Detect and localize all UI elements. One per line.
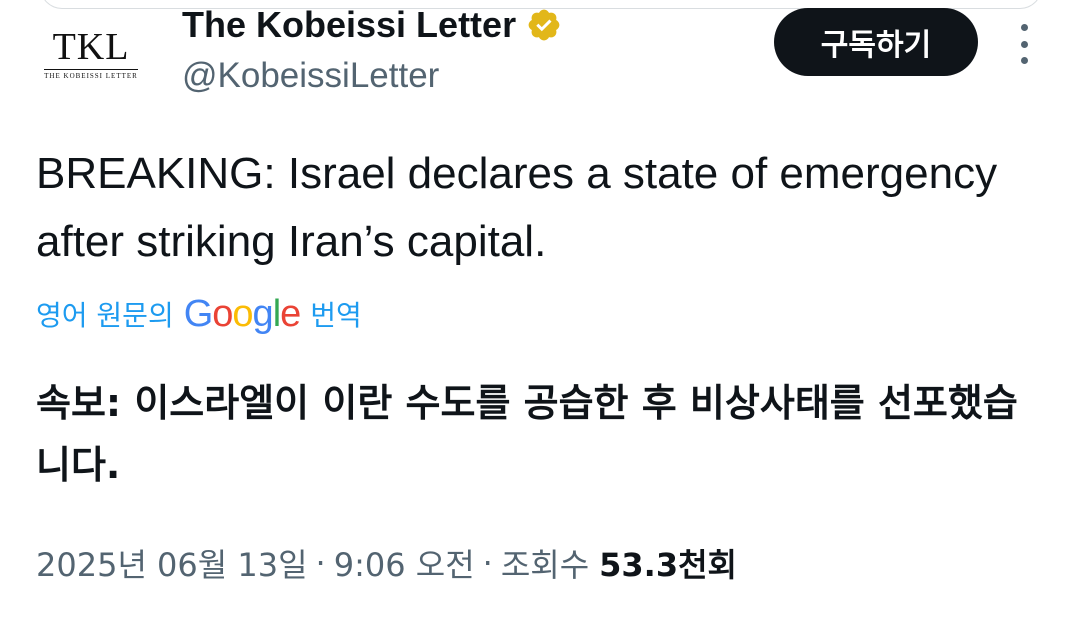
translation-suffix: 번역: [310, 299, 362, 332]
author-handle[interactable]: @KobeissiLetter: [182, 56, 439, 96]
tweet-date[interactable]: 2025년 06월 13일: [36, 540, 308, 586]
google-letter: g: [252, 293, 274, 335]
more-dot: [1020, 57, 1028, 64]
author-display-name[interactable]: The Kobeissi Letter: [182, 4, 516, 46]
tweet-text: BREAKING: Israel declares a state of eme…: [36, 149, 998, 266]
avatar-monogram: TKL: [52, 25, 130, 68]
meta-separator: ·: [315, 544, 326, 582]
translated-text: 속보: 이스라엘이 이란 수도를 공습한 후 비상사태를 선포했습니다.: [36, 381, 1018, 487]
subscribe-button[interactable]: 구독하기: [774, 8, 978, 76]
google-letter: o: [212, 293, 233, 335]
google-letter: G: [183, 293, 214, 335]
tweet-meta: 2025년 06월 13일 · 9:06 오전 · 조회수 53.3천회: [36, 540, 737, 586]
google-letter: o: [232, 293, 253, 335]
tweet-header: TKL THE KOBEISSI LETTER The Kobeissi Let…: [0, 0, 1080, 110]
meta-separator: ·: [482, 544, 493, 582]
google-letter: e: [280, 293, 301, 335]
views-count[interactable]: 53.3천회: [599, 540, 737, 586]
views-label: 조회수: [500, 546, 590, 584]
avatar-subtitle: THE KOBEISSI LETTER: [44, 68, 138, 80]
more-vertical-icon[interactable]: [1010, 24, 1038, 64]
translation-prefix: 영어 원문의: [36, 299, 174, 332]
more-dot: [1020, 40, 1028, 48]
translation-link[interactable]: 영어 원문의 Google 번역: [36, 294, 362, 334]
author-name-row: The Kobeissi Letter: [182, 4, 562, 46]
tweet-time[interactable]: 9:06 오전: [334, 540, 475, 586]
more-dot: [1020, 24, 1028, 31]
avatar[interactable]: TKL THE KOBEISSI LETTER: [30, 22, 152, 84]
verified-badge-icon: [528, 9, 560, 41]
google-logo: Google: [183, 293, 302, 335]
